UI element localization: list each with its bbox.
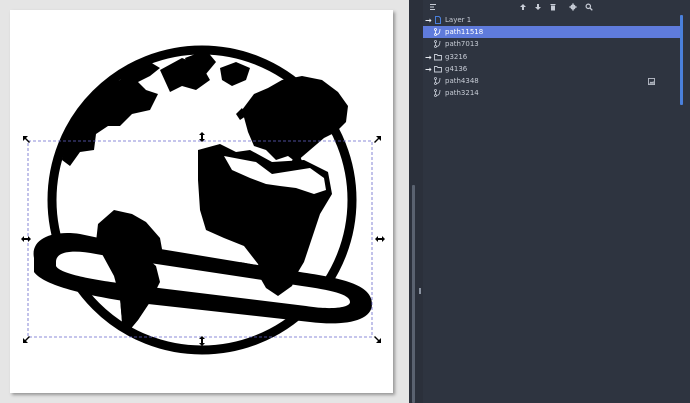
delete-object-button[interactable] (546, 0, 559, 13)
path-icon (434, 89, 441, 98)
scale-handle-top-right[interactable] (371, 134, 383, 146)
tree-item-label: g3216 (445, 52, 468, 61)
scale-handle-bottom[interactable] (196, 335, 208, 347)
tree-item-label: path4348 (445, 76, 479, 85)
scale-handle-right[interactable] (374, 233, 386, 245)
scale-handle-top[interactable] (196, 131, 208, 143)
scale-handle-bottom-left[interactable] (21, 333, 33, 345)
lower-object-button[interactable] (531, 0, 544, 13)
scale-handle-top-left[interactable] (21, 134, 33, 146)
canvas-scrollbar[interactable] (412, 185, 415, 403)
tree-item-label: g4136 (445, 64, 468, 73)
path-icon (434, 77, 441, 85)
arrow-right-icon[interactable] (425, 54, 432, 61)
tree-item-path11518[interactable]: path11518 (423, 26, 682, 39)
arrow-right-icon[interactable] (425, 17, 432, 24)
layers-scrollbar[interactable] (680, 15, 683, 105)
tree-item-path3214[interactable]: path3214 (423, 87, 682, 99)
tree-item-layer-1[interactable]: Layer 1 (423, 14, 682, 26)
tree-item-label: path7013 (445, 40, 479, 49)
settings-button[interactable] (566, 0, 579, 13)
pane-divider[interactable] (409, 0, 423, 403)
scale-handle-bottom-right[interactable] (371, 333, 383, 345)
arrow-up-icon (519, 3, 526, 10)
path-icon (434, 40, 441, 49)
layer-tree: Layer 1 path11518 path7013 g3216 g4136 p… (423, 14, 690, 99)
folder-icon (434, 65, 442, 73)
gear-icon (568, 2, 577, 11)
divider-grip[interactable] (419, 288, 421, 294)
tree-item-g4136[interactable]: g4136 (423, 63, 682, 75)
arrow-right-icon[interactable] (425, 66, 432, 73)
scale-handle-left[interactable] (20, 233, 32, 245)
trash-icon (550, 3, 555, 10)
tree-item-label: path3214 (445, 89, 479, 98)
layer-icon (435, 16, 441, 24)
layers-panel: Layer 1 path11518 path7013 g3216 g4136 p… (423, 0, 690, 403)
path-icon (434, 28, 441, 37)
tree-item-g3216[interactable]: g3216 (423, 51, 682, 63)
search-button[interactable] (582, 0, 595, 13)
hamburger-icon (429, 3, 436, 10)
canvas-area[interactable] (0, 0, 409, 403)
tree-item-label: path11518 (445, 28, 484, 37)
arrow-down-icon (534, 3, 541, 10)
folder-icon (434, 53, 442, 61)
tree-item-label: Layer 1 (445, 16, 472, 24)
image-icon (648, 77, 655, 85)
panel-menu-button[interactable] (426, 0, 439, 13)
layers-toolbar (423, 0, 690, 13)
tree-item-path7013[interactable]: path7013 (423, 38, 682, 50)
tree-item-path4348[interactable]: path4348 (423, 75, 682, 87)
raise-object-button[interactable] (516, 0, 529, 13)
search-icon (584, 2, 593, 11)
